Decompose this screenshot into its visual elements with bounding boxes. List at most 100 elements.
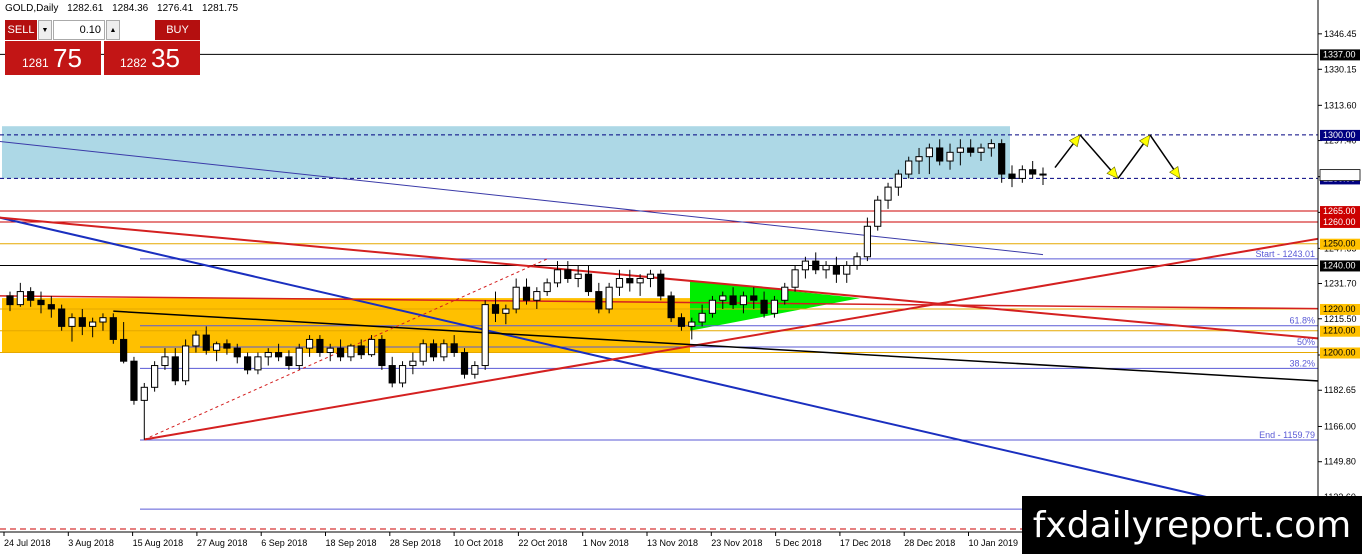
candle-body bbox=[574, 273, 582, 280]
fib-label-4: End - 1159.79 bbox=[1259, 430, 1315, 440]
fib-label-3: 38.2% bbox=[1289, 358, 1315, 368]
candle-12 bbox=[130, 356, 138, 405]
price-axis: 1346.451330.151313.601297.401280.801264.… bbox=[1317, 0, 1362, 554]
candle-33 bbox=[347, 343, 355, 362]
candle-80 bbox=[832, 256, 840, 283]
candle-body bbox=[213, 343, 221, 351]
sell-price[interactable]: 1281 75 bbox=[5, 41, 101, 75]
candle-13 bbox=[140, 382, 148, 440]
candle-body bbox=[533, 291, 541, 301]
forecast-arrow-0 bbox=[1068, 134, 1081, 148]
candles-layer bbox=[6, 139, 1047, 440]
candle-body bbox=[89, 321, 97, 327]
candle-86 bbox=[894, 169, 902, 196]
candle-62 bbox=[646, 269, 655, 288]
candle-body bbox=[667, 295, 675, 319]
candle-body bbox=[367, 338, 376, 356]
buy-price[interactable]: 1282 35 bbox=[104, 41, 200, 75]
lot-size-input[interactable]: 0.10 bbox=[53, 20, 105, 40]
low-value: 1276.41 bbox=[157, 3, 194, 14]
candle-body bbox=[915, 156, 923, 162]
candle-body bbox=[646, 273, 655, 280]
candle-body bbox=[440, 343, 448, 358]
level-tag-text: 1250.00 bbox=[1323, 239, 1356, 249]
candle-body bbox=[161, 356, 169, 367]
candle-5 bbox=[58, 304, 66, 331]
candle-body bbox=[719, 295, 727, 301]
x-tick-label: 6 Sep 2018 bbox=[261, 538, 307, 548]
candle-63 bbox=[657, 269, 665, 301]
forecast-arrow-2 bbox=[1138, 134, 1151, 148]
high-value: 1284.36 bbox=[112, 3, 149, 14]
candle-body bbox=[223, 343, 231, 349]
candle-body bbox=[636, 278, 644, 284]
candle-39 bbox=[409, 352, 417, 375]
candle-38 bbox=[398, 361, 407, 388]
candle-body bbox=[853, 256, 861, 266]
chart-header: GOLD,Daily 1282.61 1284.36 1276.41 1281.… bbox=[5, 3, 244, 14]
candle-body bbox=[874, 199, 882, 227]
sell-button[interactable]: SELL bbox=[5, 20, 37, 40]
candle-body bbox=[781, 286, 789, 301]
candle-body bbox=[998, 143, 1006, 175]
y-tick-label: 1346.45 bbox=[1324, 29, 1357, 39]
level-tag-text: 1337.00 bbox=[1323, 49, 1356, 59]
candle-body bbox=[987, 143, 995, 149]
candle-body bbox=[450, 343, 458, 353]
buy-price-pips: 35 bbox=[151, 43, 180, 73]
forecast-arrow-3 bbox=[1169, 166, 1181, 180]
candle-56 bbox=[584, 265, 593, 296]
candle-body bbox=[553, 269, 562, 284]
candle-body bbox=[977, 147, 985, 153]
candle-body bbox=[615, 278, 624, 288]
buy-price-main: 1282 bbox=[120, 56, 147, 70]
candle-body bbox=[243, 356, 252, 371]
candle-body bbox=[171, 356, 179, 382]
candle-84 bbox=[874, 195, 882, 231]
open-value: 1282.61 bbox=[67, 3, 104, 14]
candle-body bbox=[522, 286, 531, 301]
candle-body bbox=[801, 260, 810, 271]
candle-body bbox=[357, 345, 365, 356]
candle-body bbox=[605, 286, 613, 310]
candle-58 bbox=[605, 282, 613, 314]
candle-body bbox=[739, 295, 748, 306]
x-tick-label: 13 Nov 2018 bbox=[647, 538, 698, 548]
candle-body bbox=[564, 269, 572, 280]
candle-body bbox=[1039, 173, 1047, 176]
candle-body bbox=[688, 321, 696, 327]
y-tick-label: 1182.65 bbox=[1324, 385, 1356, 395]
buy-button[interactable]: BUY bbox=[155, 20, 200, 40]
x-tick-label: 15 Aug 2018 bbox=[133, 538, 184, 548]
candle-body bbox=[626, 278, 634, 284]
candle-52 bbox=[543, 278, 551, 296]
candle-16 bbox=[171, 348, 179, 386]
candle-body bbox=[1018, 169, 1026, 179]
sell-price-main: 1281 bbox=[22, 56, 49, 70]
candle-body bbox=[27, 291, 35, 301]
y-tick-label: 1231.70 bbox=[1324, 279, 1357, 289]
forecast-layer bbox=[1054, 134, 1181, 180]
candle-body bbox=[936, 147, 944, 162]
level-tag-text: 1210.00 bbox=[1323, 326, 1356, 336]
candle-body bbox=[336, 347, 345, 358]
one-click-trade-panel: SELL ▼ 0.10 ▲ BUY 1281 75 1282 35 bbox=[5, 20, 200, 76]
candle-36 bbox=[378, 335, 386, 370]
candle-body bbox=[151, 365, 159, 388]
x-tick-label: 10 Jan 2019 bbox=[969, 538, 1019, 548]
candle-body bbox=[729, 295, 737, 306]
y-tick-label: 1166.00 bbox=[1324, 421, 1356, 431]
candle-body bbox=[822, 264, 830, 271]
candle-83 bbox=[863, 217, 871, 262]
x-tick-label: 24 Jul 2018 bbox=[4, 538, 51, 548]
candle-body bbox=[419, 343, 427, 362]
candle-14 bbox=[151, 361, 159, 392]
candle-27 bbox=[285, 350, 293, 370]
candle-body bbox=[120, 338, 128, 362]
fib-label-1: 61.8% bbox=[1289, 316, 1315, 326]
candle-body bbox=[894, 173, 902, 188]
candle-body bbox=[884, 186, 892, 201]
lot-increase-icon[interactable]: ▲ bbox=[106, 20, 120, 40]
lot-decrease-icon[interactable]: ▼ bbox=[38, 20, 52, 40]
candle-76 bbox=[791, 265, 799, 292]
